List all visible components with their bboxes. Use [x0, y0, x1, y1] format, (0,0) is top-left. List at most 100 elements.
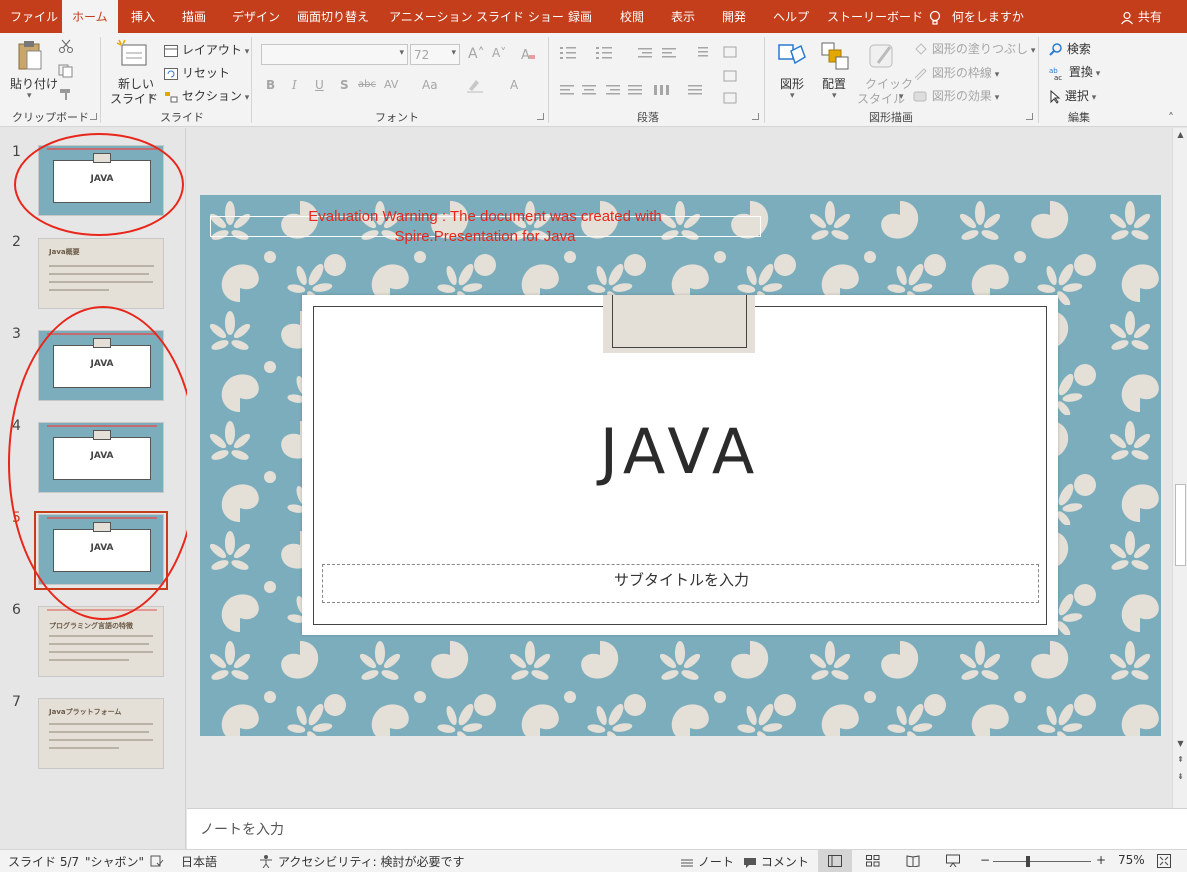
next-slide-icon[interactable]: ⇟: [1175, 772, 1186, 781]
slide-sorter-icon[interactable]: [866, 855, 880, 867]
chevron-down-icon[interactable]: ▾: [899, 92, 904, 102]
spellcheck-icon[interactable]: [150, 855, 164, 867]
slide-number: 6: [12, 602, 21, 618]
select-button[interactable]: 選択 ▾: [1049, 87, 1096, 104]
font-size-combobox[interactable]: 72 ▾: [410, 44, 460, 65]
highlight-icon[interactable]: [466, 77, 486, 93]
accessibility-icon[interactable]: [258, 854, 274, 868]
divider: [100, 37, 101, 123]
annotation-circle: [8, 306, 198, 620]
shadow-button[interactable]: S: [340, 78, 349, 92]
notes-button[interactable]: ノート: [680, 853, 734, 870]
scroll-up-icon[interactable]: ▲: [1175, 130, 1186, 139]
tab-view[interactable]: 表示: [671, 0, 695, 33]
zoom-out-button[interactable]: −: [980, 853, 990, 867]
replace-label: 置換: [1068, 65, 1093, 79]
increase-font-icon[interactable]: A˄: [468, 46, 485, 62]
tab-animations[interactable]: アニメーション: [389, 0, 473, 33]
cut-icon[interactable]: [58, 39, 74, 53]
language[interactable]: 日本語: [181, 853, 217, 870]
bold-button[interactable]: B: [266, 78, 275, 92]
font-launcher[interactable]: [537, 113, 544, 120]
scroll-thumb[interactable]: [1175, 484, 1186, 566]
font-color-icon[interactable]: A: [510, 78, 518, 92]
arrange-icon[interactable]: [820, 41, 850, 71]
slideshow-icon[interactable]: [946, 854, 960, 867]
vertical-scrollbar[interactable]: ▲ ▼ ⇞ ⇟: [1172, 128, 1187, 808]
previous-slide-icon[interactable]: ⇞: [1175, 755, 1186, 764]
shape-outline-label: 図形の枠線: [931, 66, 992, 80]
tab-developer[interactable]: 開発: [722, 0, 746, 33]
shapes-label: 図形: [780, 77, 805, 91]
tab-slideshow[interactable]: スライド ショー: [476, 0, 564, 33]
zoom-slider[interactable]: [993, 861, 1091, 862]
current-slide[interactable]: Evaluation Warning : The document was cr…: [200, 195, 1161, 736]
chevron-down-icon[interactable]: ▾: [790, 91, 795, 101]
clipboard-launcher[interactable]: [90, 113, 97, 120]
drawing-launcher[interactable]: [1026, 113, 1033, 120]
chevron-down-icon[interactable]: ▾: [149, 92, 154, 102]
text-line: [49, 281, 153, 283]
paragraph-controls-icon[interactable]: [558, 45, 758, 105]
notes-pane[interactable]: ノートを入力: [187, 808, 1187, 849]
decrease-font-icon[interactable]: A˅: [492, 46, 506, 60]
text-line: [49, 273, 149, 275]
quick-style-icon[interactable]: [866, 41, 898, 71]
tab-storyboard[interactable]: ストーリーボード: [827, 0, 923, 33]
tab-home[interactable]: ホーム: [62, 0, 118, 33]
reading-view-icon[interactable]: [906, 855, 920, 867]
layout-button[interactable]: レイアウト ▾: [164, 41, 249, 58]
italic-button[interactable]: I: [292, 78, 297, 92]
clear-format-icon[interactable]: A: [520, 46, 536, 62]
tell-me-search[interactable]: 何をしますか: [928, 0, 1024, 33]
copy-icon[interactable]: [58, 64, 74, 78]
tab-transitions[interactable]: 画面切り替え: [297, 0, 369, 33]
tab-record[interactable]: 録画: [568, 0, 592, 33]
reset-button[interactable]: リセット: [164, 64, 230, 81]
format-painter-icon[interactable]: [58, 87, 74, 101]
slide-title[interactable]: JAVA: [302, 415, 1058, 488]
share-button[interactable]: 共有: [1120, 0, 1162, 33]
layout-label: レイアウト: [181, 43, 242, 57]
thumb-title: Java概要: [49, 248, 80, 256]
scroll-down-icon[interactable]: ▼: [1175, 739, 1186, 748]
chevron-down-icon[interactable]: ▾: [832, 91, 837, 101]
chevron-down-icon[interactable]: ▾: [27, 91, 32, 101]
shape-effects-button[interactable]: 図形の効果 ▾: [913, 87, 999, 104]
zoom-slider-thumb[interactable]: [1026, 856, 1031, 867]
shapes-icon[interactable]: [777, 41, 807, 71]
shape-fill-button[interactable]: 図形の塗りつぶし ▾: [913, 40, 1035, 57]
zoom-level[interactable]: 75%: [1118, 853, 1145, 867]
change-case-button[interactable]: Aa: [422, 78, 438, 92]
section-button[interactable]: セクション ▾: [164, 87, 249, 104]
tab-draw[interactable]: 描画: [182, 0, 206, 33]
char-spacing-button[interactable]: AV: [384, 78, 398, 91]
shape-outline-button[interactable]: 図形の枠線 ▾: [913, 64, 999, 81]
comments-button[interactable]: コメント: [743, 853, 809, 870]
new-slide-icon[interactable]: [116, 39, 150, 69]
ribbon: 貼り付け ▾ クリップボード 新しい スライド ▾ レイアウト ▾ リセット セ…: [0, 33, 1187, 127]
slide-thumbnail-2[interactable]: Java概要: [38, 238, 164, 309]
zoom-in-button[interactable]: +: [1096, 853, 1106, 867]
tab-design[interactable]: デザイン: [232, 0, 280, 33]
text-line: [49, 659, 129, 661]
tab-file[interactable]: ファイル: [10, 0, 58, 33]
strikethrough-button[interactable]: abc: [358, 79, 376, 90]
tab-review[interactable]: 校閲: [620, 0, 644, 33]
subtitle-placeholder[interactable]: サブタイトルを入力: [322, 564, 1039, 603]
find-button[interactable]: 検索: [1049, 40, 1091, 57]
paragraph-launcher[interactable]: [752, 113, 759, 120]
accessibility-status[interactable]: アクセシビリティ: 検討が必要です: [278, 853, 465, 870]
collapse-ribbon-icon[interactable]: ˄: [1168, 111, 1174, 125]
slide-thumbnail-7[interactable]: Javaプラットフォーム: [38, 698, 164, 769]
tab-insert[interactable]: 挿入: [131, 0, 155, 33]
font-name-combobox[interactable]: ▾: [261, 44, 408, 65]
paste-button[interactable]: [14, 39, 44, 74]
normal-view-button[interactable]: [818, 850, 852, 872]
tab-help[interactable]: ヘルプ: [773, 0, 809, 33]
underline-button[interactable]: U: [315, 78, 324, 92]
thumb-title: Javaプラットフォーム: [49, 708, 122, 716]
replace-button[interactable]: ab ac 置換 ▾: [1049, 63, 1100, 80]
fit-to-window-icon[interactable]: [1157, 854, 1171, 868]
shape-fill-label: 図形の塗りつぶし: [931, 42, 1028, 56]
